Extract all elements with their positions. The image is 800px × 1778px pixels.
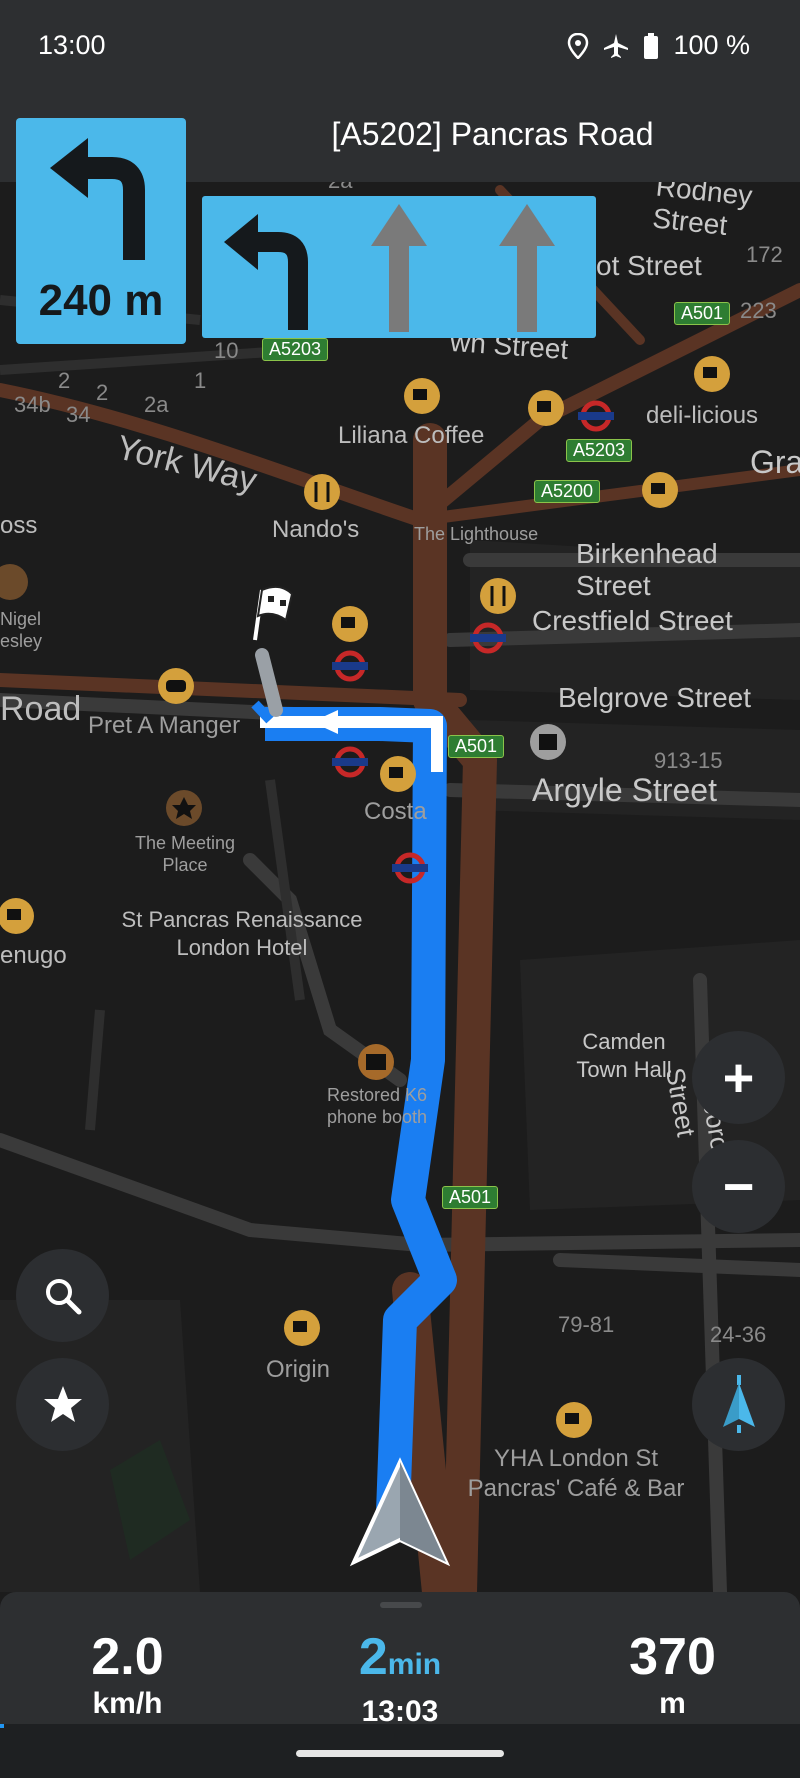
compass-north-icon [722,1374,755,1433]
lane-straight-icon [499,204,555,332]
eta-metric: 2min 13:03 [300,1628,500,1730]
favorites-button[interactable] [16,1358,109,1451]
eta-unit: min [387,1648,442,1681]
system-navigation-bar [0,1728,800,1778]
lane-guidance [202,196,596,338]
speed-unit: km/h [92,1687,163,1720]
status-bar: 13:00 100 % [0,0,800,96]
zoom-out-button[interactable]: − [692,1140,785,1233]
turn-distance: 240 m [38,276,164,325]
status-time: 13:00 [38,30,106,60]
distance-metric: 370 m [590,1628,755,1722]
minus-icon: − [722,1156,755,1217]
lane-turn-left-icon [224,214,308,330]
status-icons: 100 % [567,30,750,61]
zoom-in-button[interactable]: + [692,1031,785,1124]
turn-left-icon [50,138,145,260]
current-street-name: [A5202] Pancras Road [331,116,654,152]
search-button[interactable] [16,1249,109,1342]
star-icon [43,1385,82,1422]
lane-arrows [224,204,555,332]
lane-straight-icon [371,204,427,332]
search-icon [45,1278,81,1314]
eta-minutes: 2 [358,1628,388,1686]
home-gesture-handle[interactable] [296,1750,504,1757]
drag-handle[interactable] [380,1602,422,1608]
distance-value: 370 [629,1628,716,1686]
location-icon [568,32,589,59]
speed-value: 2.0 [91,1628,164,1686]
battery-icon [644,32,659,59]
compass-button[interactable] [692,1358,785,1451]
distance-unit: m [659,1687,686,1720]
battery-percent: 100 % [673,30,750,60]
plus-icon: + [722,1047,755,1108]
airplane-icon [604,33,629,58]
speed-metric: 2.0 km/h [40,1628,215,1722]
map-view[interactable] [0,182,800,1592]
next-turn-panel[interactable]: 240 m [16,118,186,344]
